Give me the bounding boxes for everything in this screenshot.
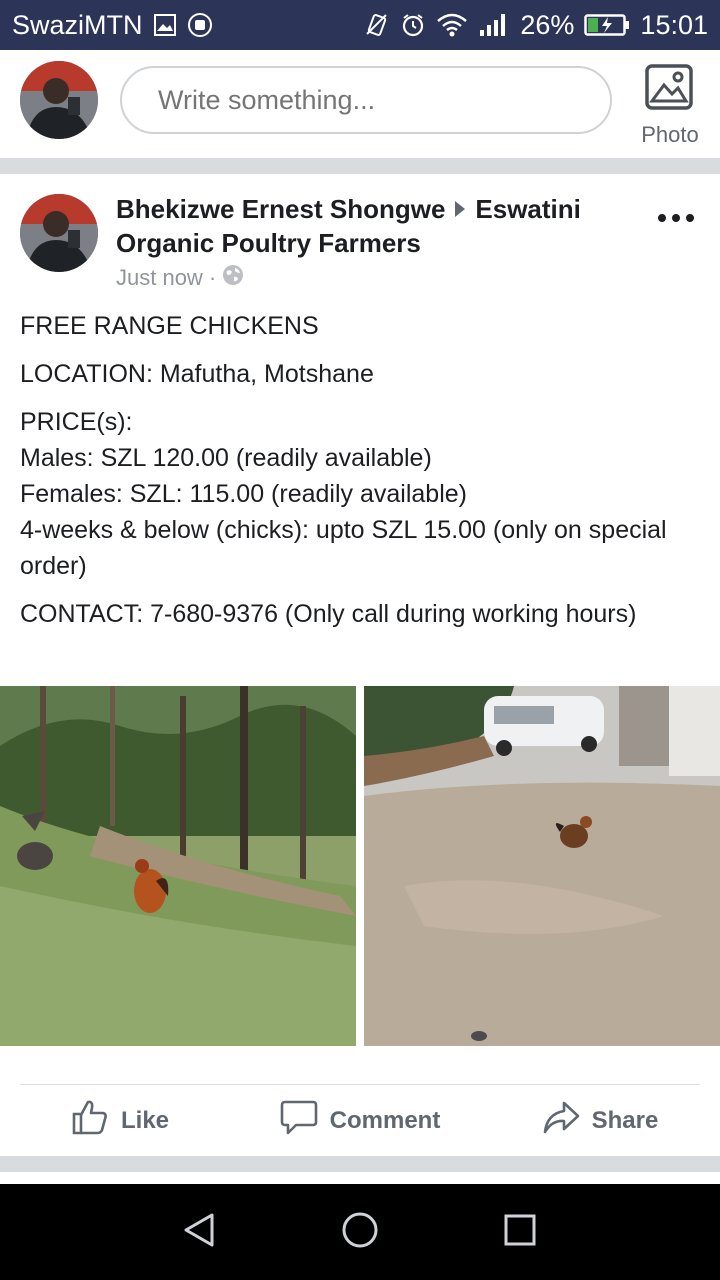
post-timestamp[interactable]: Just now [116, 265, 203, 291]
comment-icon [280, 1098, 318, 1143]
clock-time: 15:01 [640, 9, 708, 40]
thumbs-up-icon [71, 1098, 109, 1143]
like-label: Like [120, 1106, 170, 1134]
post-line-location: LOCATION: Mafutha, Motshane [20, 360, 374, 388]
status-bar: SwaziMTN 26% 15:01 [0, 0, 720, 50]
section-divider-bottom [0, 1156, 720, 1172]
post-photo-rooster-grass[interactable] [0, 686, 356, 1046]
share-icon [542, 1098, 580, 1143]
globe-icon [222, 264, 244, 292]
user-avatar[interactable] [20, 61, 98, 139]
post-price-females: Females: SZL: 115.00 (readily available) [20, 480, 467, 508]
wifi-icon [436, 12, 468, 38]
post-card: Bhekizwe Ernest Shongwe Eswatini Organic … [0, 174, 720, 1156]
carrier-name: SwaziMTN [12, 9, 143, 40]
hand-stop-icon [187, 12, 213, 38]
post-price-males: Males: SZL 120.00 (readily available) [20, 444, 432, 472]
composer: Photo [0, 50, 720, 158]
share-button[interactable]: Share [480, 1085, 720, 1156]
vibrate-icon [364, 12, 390, 38]
write-something-input[interactable] [120, 66, 612, 134]
gallery-notification-icon [153, 13, 177, 37]
like-button[interactable]: Like [0, 1085, 240, 1156]
post-header: Bhekizwe Ernest Shongwe Eswatini Organic … [116, 192, 636, 260]
share-label: Share [591, 1106, 659, 1134]
more-options-icon[interactable] [652, 206, 700, 230]
post-photos [0, 686, 720, 1046]
section-divider [0, 158, 720, 174]
author-name[interactable]: Bhekizwe Ernest Shongwe [116, 194, 445, 224]
battery-percent: 26% [520, 9, 575, 40]
comment-button[interactable]: Comment [240, 1085, 480, 1156]
alarm-icon [400, 12, 426, 38]
comment-label: Comment [329, 1106, 441, 1134]
post-price-header: PRICE(s): [20, 408, 133, 436]
post-body: FREE RANGE CHICKENS LOCATION: Mafutha, M… [20, 308, 700, 644]
home-icon[interactable] [340, 1210, 380, 1255]
post-price-chicks: 4-weeks & below (chicks): upto SZL 15.00… [20, 516, 667, 580]
post-actions: Like Comment Share [0, 1085, 720, 1156]
post-meta: Just now · [116, 264, 244, 292]
meta-separator: · [208, 265, 217, 290]
back-icon[interactable] [180, 1210, 220, 1255]
photo-icon [644, 63, 696, 117]
photo-label: Photo [641, 122, 699, 147]
post-photo-rooster-yard[interactable] [364, 686, 720, 1046]
author-avatar[interactable] [20, 194, 98, 272]
arrow-right-icon [455, 201, 466, 218]
battery-charging-icon [584, 13, 630, 37]
system-nav-bar [0, 1184, 720, 1280]
post-line-title: FREE RANGE CHICKENS [20, 312, 319, 340]
photo-button[interactable]: Photo [630, 62, 710, 152]
recents-icon[interactable] [500, 1210, 540, 1255]
post-contact: CONTACT: 7-680-9376 (Only call during wo… [20, 600, 637, 628]
signal-icon [478, 12, 510, 38]
